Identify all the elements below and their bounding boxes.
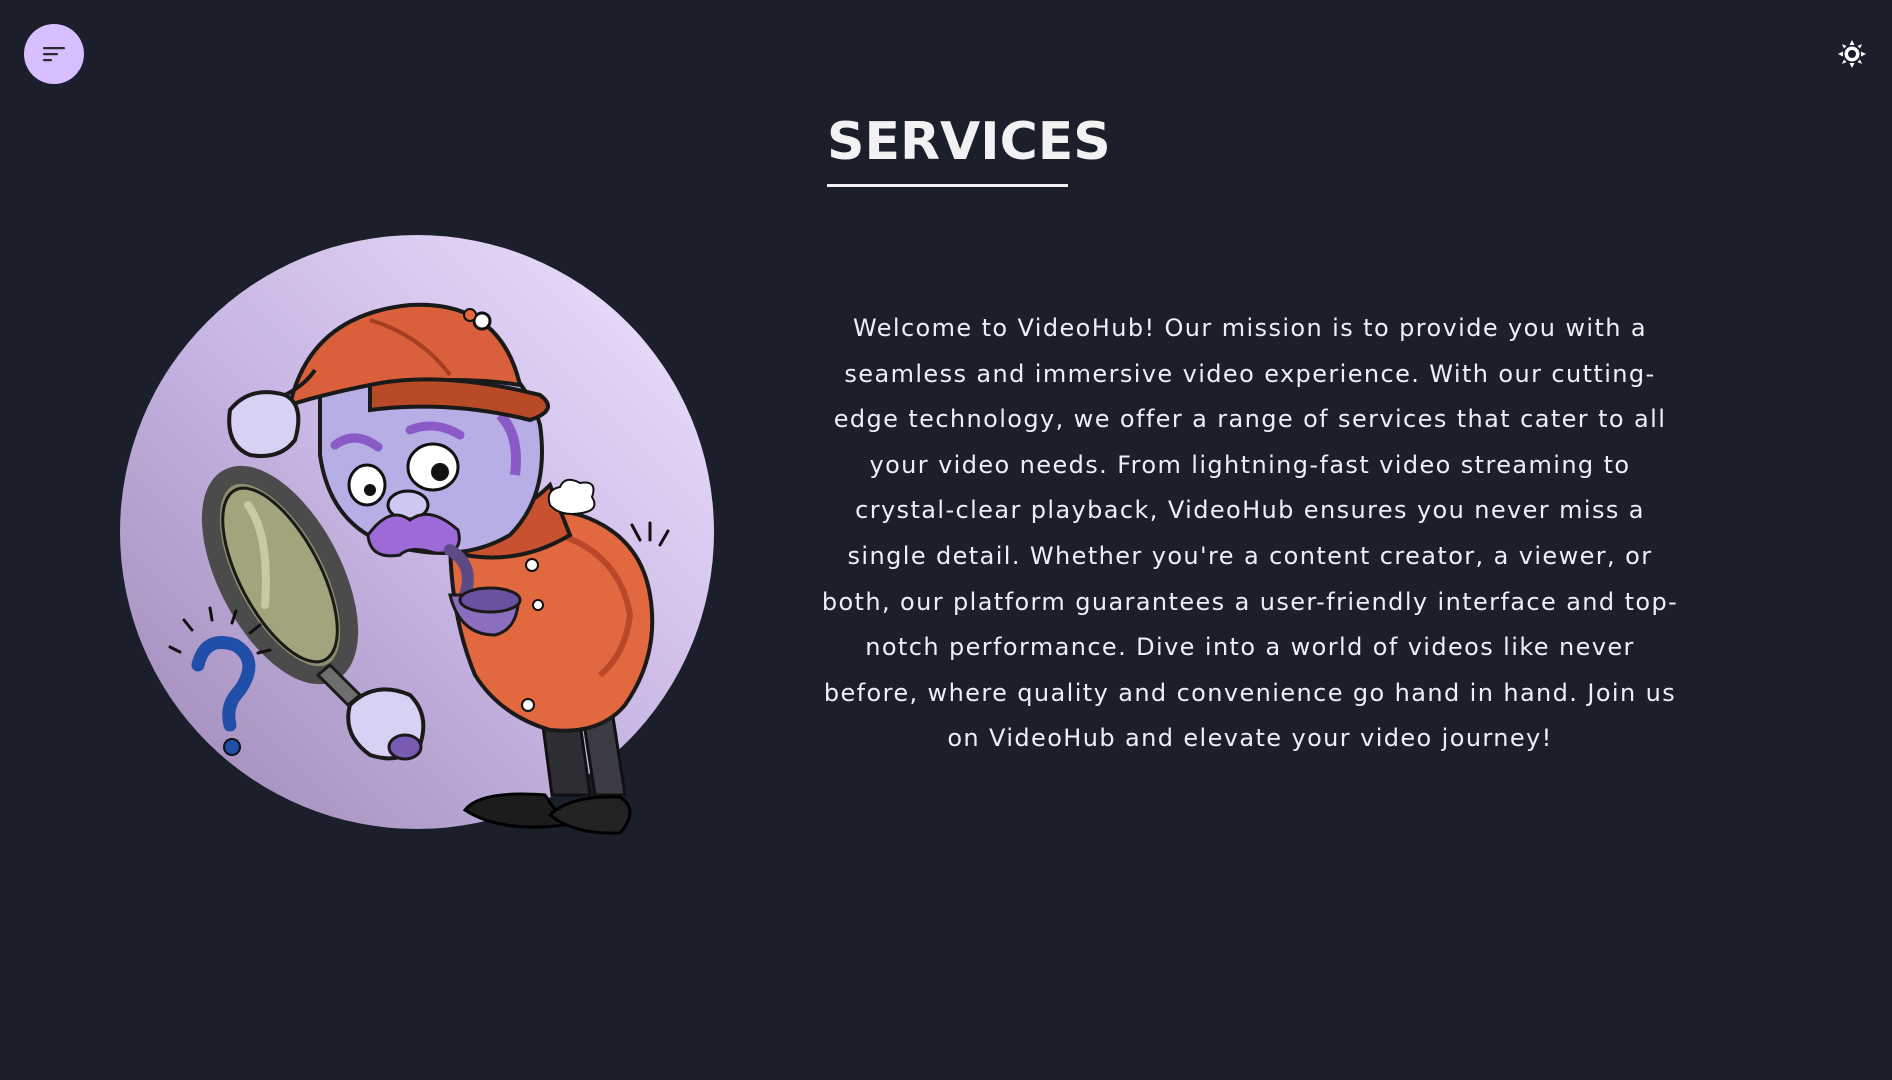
page-title: SERVICES [827,112,1111,172]
sun-icon [1838,40,1866,68]
detective-illustration [120,235,714,835]
title-block: SERVICES [827,108,1111,187]
title-underline [827,184,1068,187]
menu-button[interactable] [24,24,84,84]
services-page: SERVICES Welcome to VideoHub! Our missio… [0,0,1892,1080]
services-description: Welcome to VideoHub! Our mission is to p… [821,314,1679,753]
menu-lines-icon [43,47,65,62]
theme-toggle-button[interactable] [1836,38,1868,70]
